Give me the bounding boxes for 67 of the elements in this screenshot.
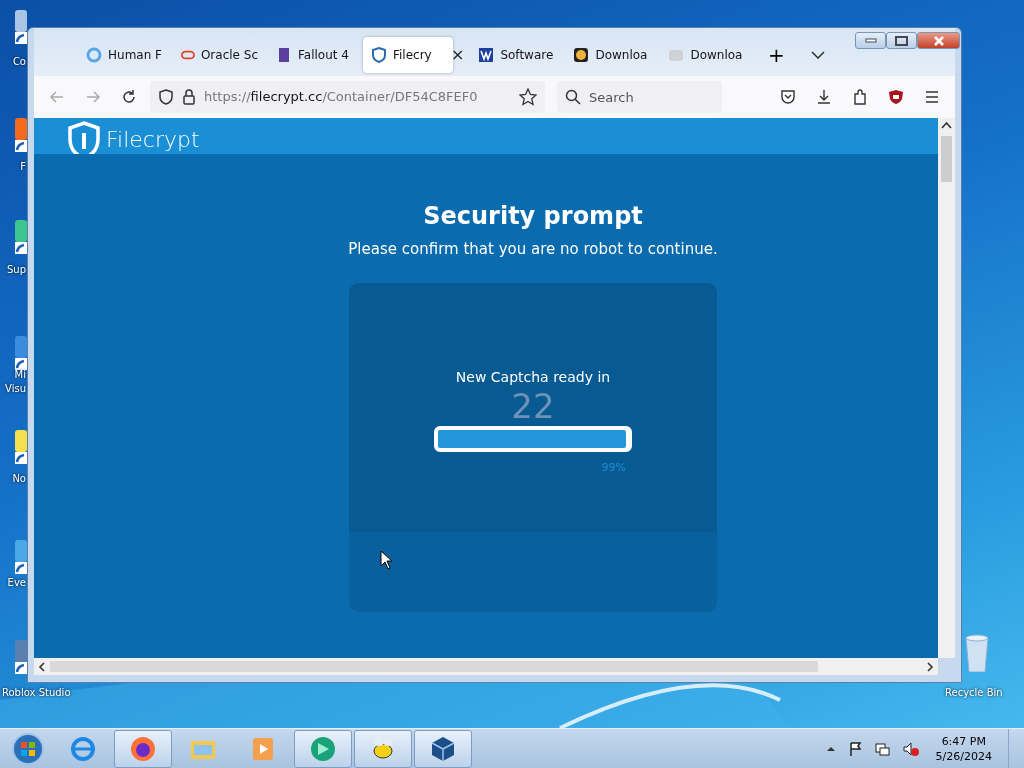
- scroll-left-icon[interactable]: [37, 660, 47, 673]
- vertical-scrollbar[interactable]: [938, 118, 955, 658]
- flag-icon[interactable]: [847, 740, 864, 757]
- shortcut-icon: [15, 220, 27, 256]
- menu-icon[interactable]: [924, 89, 940, 105]
- tab-icon: [573, 47, 590, 63]
- pocket-icon[interactable]: [780, 89, 796, 105]
- icon-label[interactable]: Co: [12, 55, 26, 68]
- icon-label[interactable]: Roblox Studio: [2, 686, 71, 699]
- logo-text[interactable]: Filecrypt: [106, 126, 200, 154]
- url-text[interactable]: https://filecrypt.cc/Container/DF54C8FEF0: [204, 87, 511, 107]
- icon-label[interactable]: No: [12, 472, 26, 485]
- close-icon: [933, 35, 944, 46]
- mouse-cursor-icon: [380, 550, 393, 570]
- extensions-icon[interactable]: [852, 89, 868, 105]
- scroll-right-icon[interactable]: [925, 660, 935, 673]
- lock-icon: [182, 89, 196, 105]
- browser-tab[interactable]: Oracle Sc: [173, 37, 266, 73]
- icon-label[interactable]: F: [20, 160, 26, 173]
- bookmark-star-icon[interactable]: [519, 88, 537, 106]
- network-icon[interactable]: [873, 740, 892, 757]
- shortcut-icon: [15, 118, 27, 154]
- scroll-thumb[interactable]: [941, 136, 952, 182]
- reload-icon[interactable]: [121, 89, 137, 105]
- captcha-label: New Captcha ready in: [454, 367, 612, 387]
- shield-icon: [158, 89, 174, 105]
- close-button[interactable]: [917, 32, 960, 49]
- shortcut-icon: [15, 430, 27, 466]
- list-tabs-icon[interactable]: [811, 51, 826, 59]
- icon-label[interactable]: Eve: [7, 576, 26, 589]
- search-field[interactable]: Search: [557, 81, 722, 113]
- shield-icon[interactable]: [888, 89, 904, 105]
- browser-tab[interactable]: Software: [470, 37, 564, 73]
- browser-tab[interactable]: Human F: [78, 37, 171, 73]
- browser-tab[interactable]: Filecry: [363, 37, 453, 73]
- browser-tab[interactable]: Fallout 4: [268, 37, 361, 73]
- minimize-icon: [864, 38, 877, 43]
- clock[interactable]: 6:47 PM 5/26/2024: [935, 733, 992, 764]
- address-bar[interactable]: https://filecrypt.cc/Container/DF54C8FEF0: [150, 81, 545, 113]
- shield-icon: [371, 47, 387, 63]
- download-icon[interactable]: [816, 89, 832, 105]
- tab-icon: [86, 47, 102, 63]
- countdown: 22: [510, 387, 556, 424]
- taskbar-button[interactable]: [414, 729, 472, 768]
- taskbar-button[interactable]: [114, 729, 172, 768]
- icon-label[interactable]: Sup: [6, 263, 26, 276]
- icon-label[interactable]: Mi: [14, 368, 26, 381]
- clock-date: 5/26/2024: [935, 748, 992, 764]
- icon-label[interactable]: Visu: [5, 382, 26, 395]
- browser-tab[interactable]: Downloa: [565, 37, 659, 73]
- tab-icon: [276, 47, 292, 63]
- maximize-button[interactable]: [886, 32, 917, 49]
- close-tab-button[interactable]: ×: [451, 43, 465, 67]
- browser-tab[interactable]: Downloa: [660, 37, 754, 73]
- shield-icon: [68, 121, 100, 154]
- tab-icon: [478, 47, 495, 63]
- horizontal-scrollbar[interactable]: [34, 658, 938, 675]
- page-title: Security prompt: [422, 201, 644, 232]
- maximize-icon: [895, 35, 908, 46]
- new-tab-button[interactable]: +: [761, 40, 792, 70]
- clock-time: 6:47 PM: [940, 733, 987, 749]
- tab-icon: [668, 47, 685, 63]
- recycle-bin-icon: [963, 632, 991, 672]
- shortcut-icon: [15, 540, 27, 576]
- progress-reading: 99%: [600, 459, 627, 476]
- page-subtitle: Please confirm that you are no robot to continue.: [347, 239, 719, 260]
- volume-muted-icon[interactable]: [901, 740, 920, 757]
